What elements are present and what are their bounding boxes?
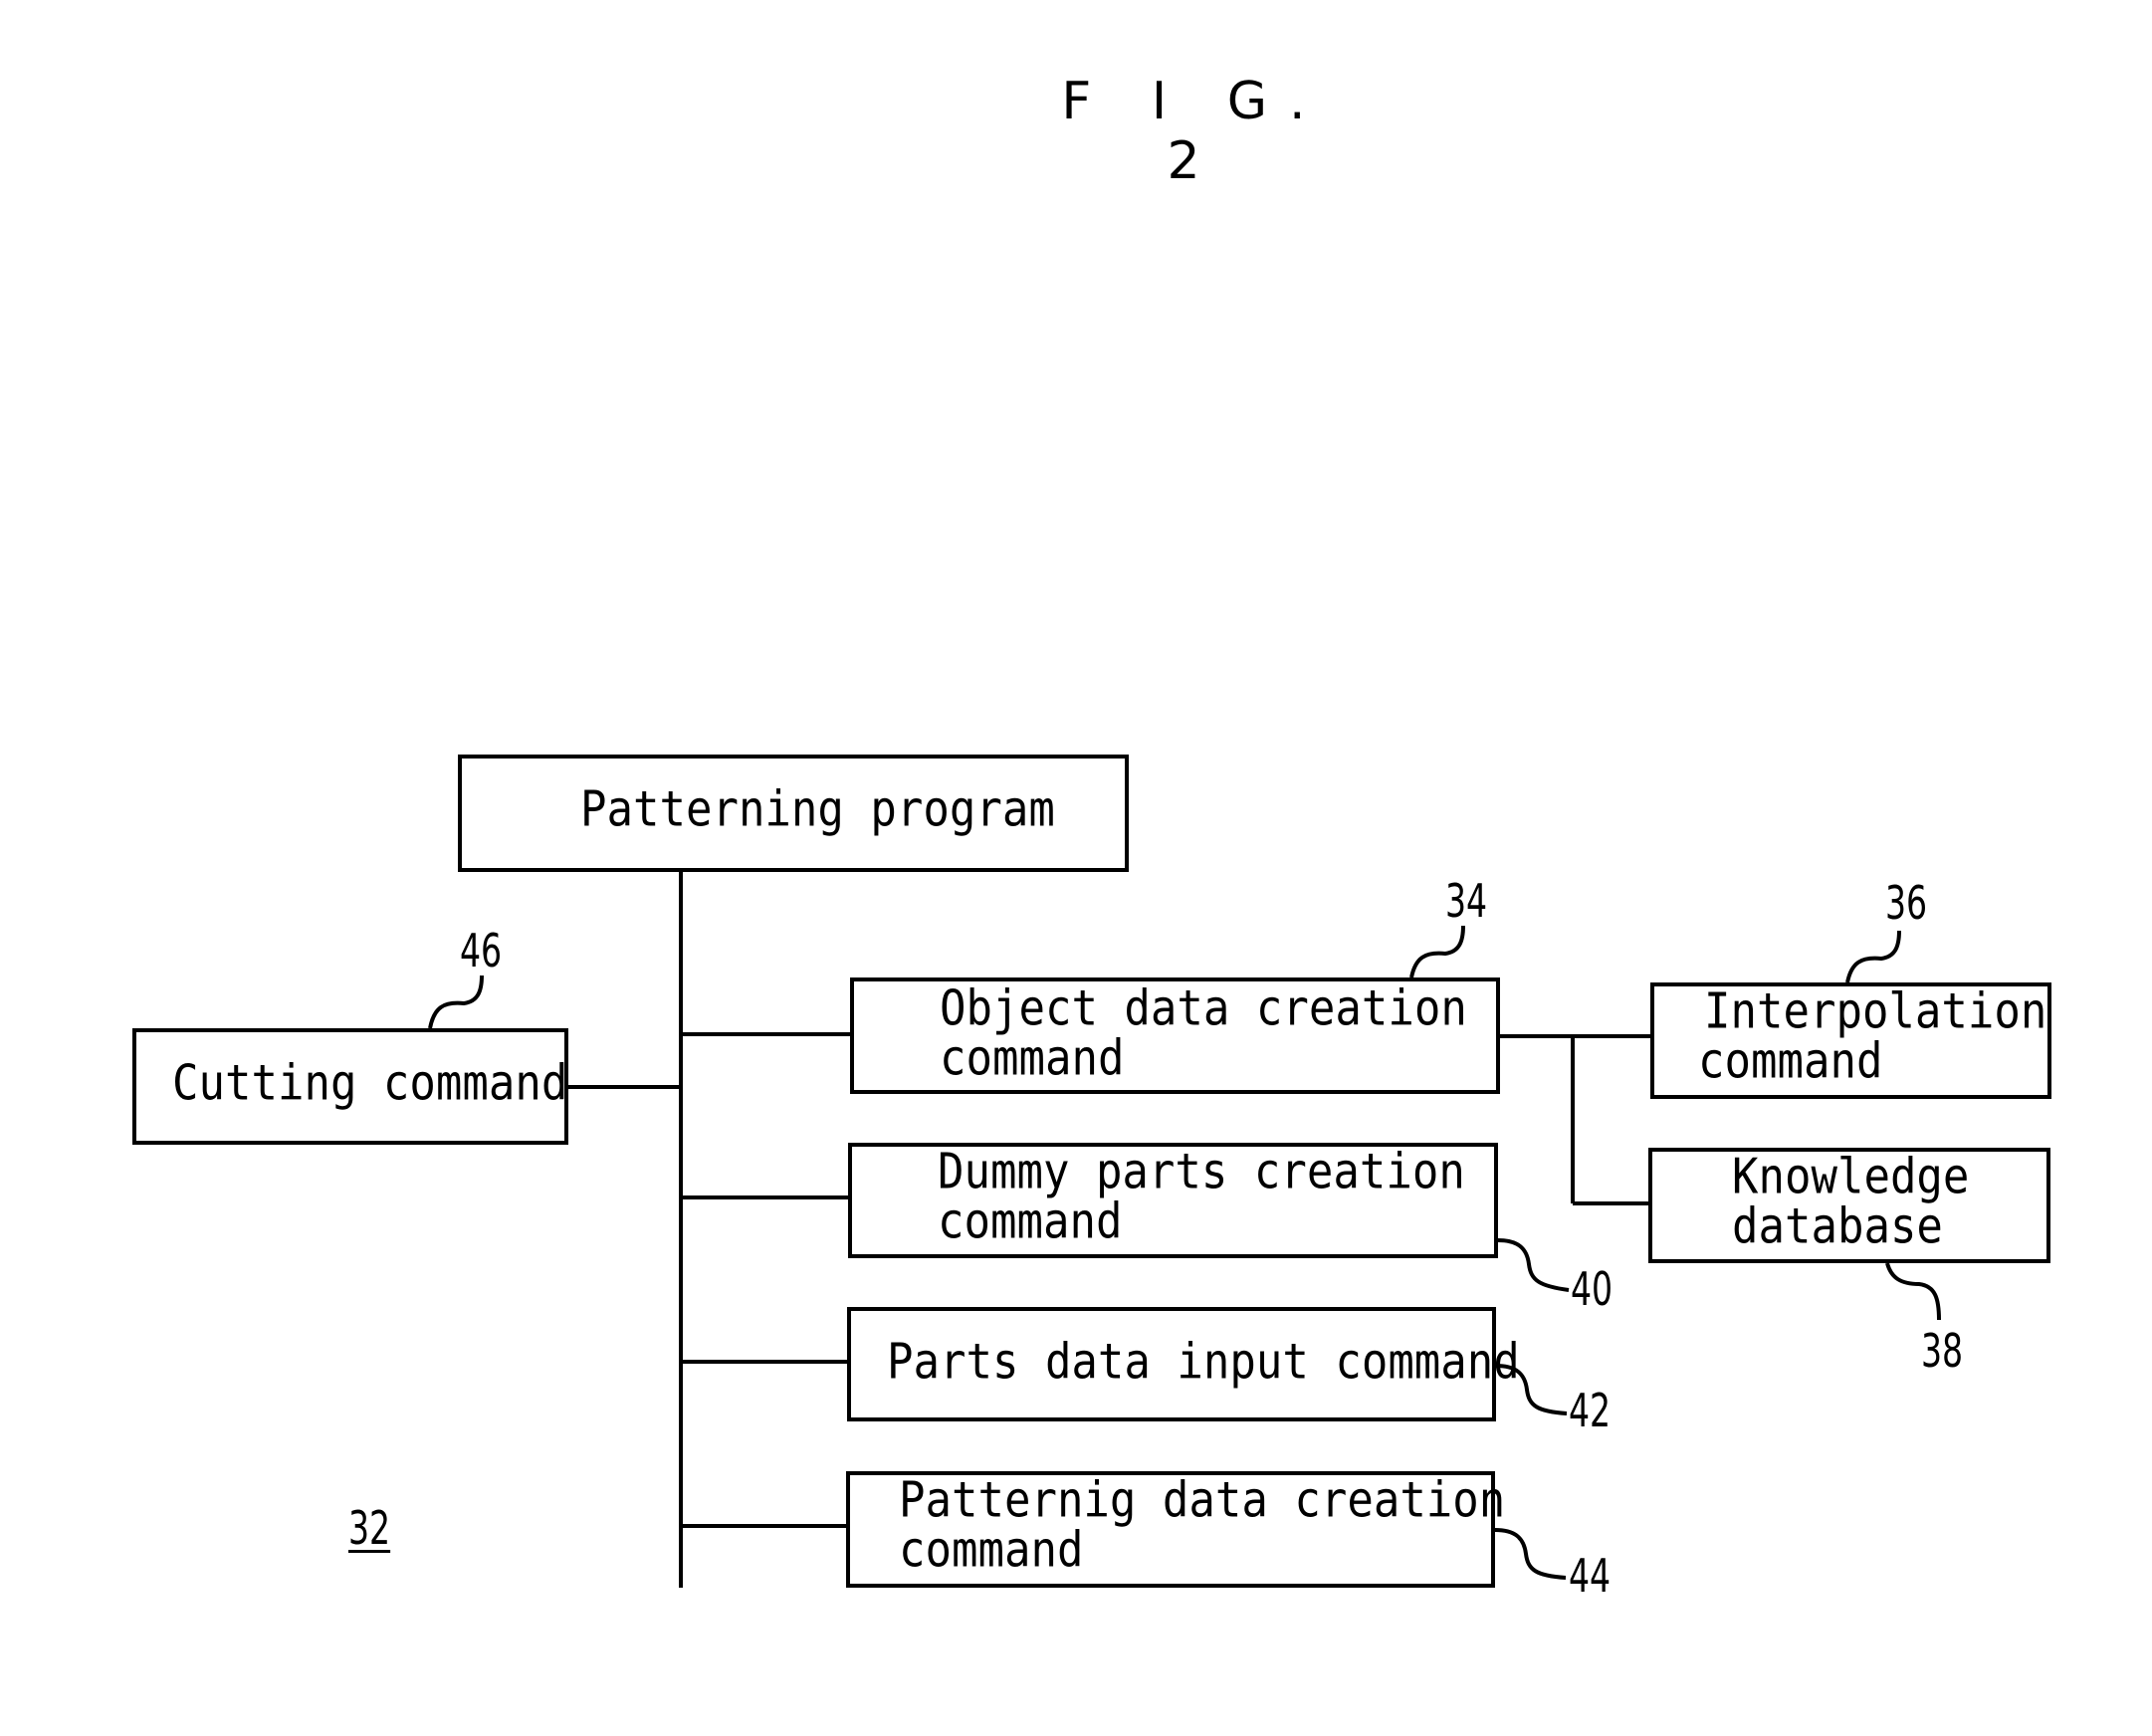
interpolation-command-line2: command [1698, 1032, 1883, 1090]
leader-36 [1845, 930, 1901, 983]
knowledge-database-box: Knowledge database [1648, 1148, 2050, 1263]
patterning-data-creation-line2: command [899, 1521, 1084, 1579]
ref-numeral-36: 36 [1885, 876, 1928, 930]
knowledge-database-line1: Knowledge [1732, 1148, 1970, 1205]
object-data-creation-line1: Object data creation [940, 979, 1467, 1037]
dummy-parts-creation-line2: command [938, 1193, 1123, 1250]
ref-numeral-44: 44 [1569, 1549, 1612, 1603]
knowledge-database-line2: database [1732, 1197, 1943, 1255]
leader-46 [428, 975, 484, 1029]
ref-numeral-46: 46 [460, 924, 503, 977]
interpolation-command-box: Interpolation command [1650, 982, 2051, 1099]
leader-38 [1885, 1262, 1941, 1321]
leader-44 [1494, 1528, 1567, 1580]
object-data-creation-box: Object data creation command [850, 977, 1500, 1094]
patterning-program-box: Patterning program [458, 755, 1129, 872]
patterning-data-creation-box: Patternig data creation command [846, 1471, 1505, 1588]
patterning-data-creation-line1: Patternig data creation [899, 1471, 1506, 1529]
parts-data-input-label: Parts data input command [887, 1333, 1520, 1391]
cutting-command-box: Cutting command [132, 1028, 568, 1145]
leader-40 [1497, 1238, 1570, 1292]
ref-numeral-42: 42 [1569, 1384, 1612, 1437]
dummy-parts-creation-box: Dummy parts creation command [848, 1143, 1498, 1258]
parts-data-input-box: Parts data input command [847, 1307, 1520, 1421]
patterning-program-label: Patterning program [580, 780, 1055, 838]
ref-numeral-34: 34 [1445, 874, 1488, 928]
ref-numeral-32: 32 [348, 1501, 391, 1555]
object-data-creation-line2: command [940, 1029, 1125, 1087]
interpolation-command-line1: Interpolation [1704, 982, 2047, 1040]
ref-numeral-40: 40 [1571, 1262, 1614, 1316]
ref-numeral-38: 38 [1921, 1324, 1964, 1378]
dummy-parts-creation-line1: Dummy parts creation [938, 1143, 1465, 1200]
leader-34 [1409, 925, 1465, 978]
cutting-command-label: Cutting command [172, 1054, 568, 1112]
